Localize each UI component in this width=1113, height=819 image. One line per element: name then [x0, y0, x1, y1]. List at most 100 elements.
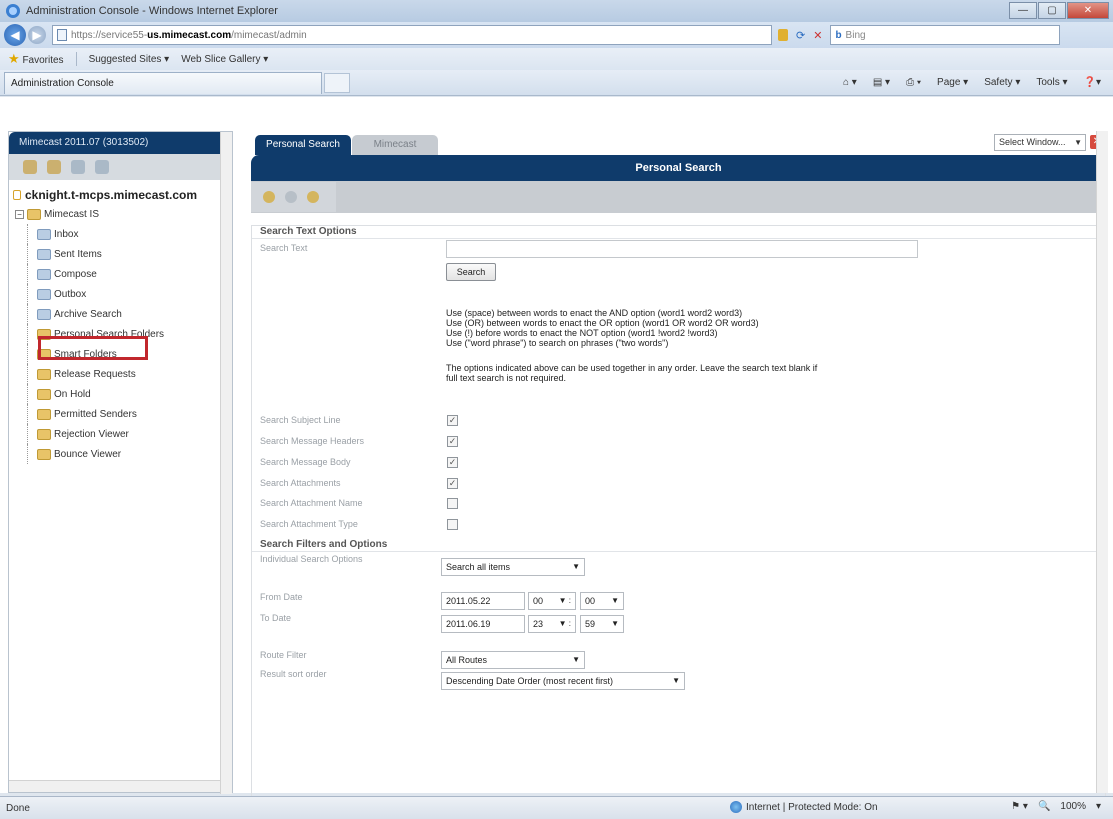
- favorites-button[interactable]: ★ Favorites: [8, 51, 64, 67]
- search-input[interactable]: b Bing: [830, 25, 1061, 45]
- search-form: Search Text Options Search Text Search U…: [251, 225, 1106, 797]
- cmd-tools[interactable]: Tools ▾: [1036, 77, 1067, 88]
- minimize-button[interactable]: —: [1009, 2, 1037, 19]
- tree-item[interactable]: Archive Search: [9, 304, 232, 324]
- checkbox-subject[interactable]: ✓: [447, 415, 458, 426]
- page-content: Mimecast 2011.07 (3013502) cknight.t-mcp…: [0, 97, 1113, 797]
- maximize-button[interactable]: ▢: [1038, 2, 1066, 19]
- home-icon[interactable]: ⌂ ▾: [843, 77, 857, 88]
- globe-icon: [730, 801, 742, 813]
- tree-item[interactable]: On Hold: [9, 384, 232, 404]
- folder-icon: [37, 428, 51, 440]
- right-scrollbar[interactable]: [1096, 131, 1108, 793]
- window-titlebar: Administration Console - Windows Interne…: [0, 0, 1113, 22]
- checkbox-headers[interactable]: ✓: [447, 436, 458, 447]
- fav-web-slice-gallery[interactable]: Web Slice Gallery ▾: [181, 54, 268, 65]
- save-action-icon[interactable]: [307, 191, 319, 203]
- individual-options-select[interactable]: Search all items ▼: [441, 558, 585, 576]
- print-icon[interactable]: ⎙ ▾: [906, 77, 921, 88]
- chevron-down-icon: ▼ :: [558, 619, 571, 628]
- from-date-value: 2011.05.22: [446, 596, 491, 606]
- forward-button[interactable]: ▶: [28, 26, 46, 44]
- feeds-icon[interactable]: ▤ ▾: [873, 77, 890, 88]
- url-field[interactable]: https://service55- us.mimecast.com/mimeca…: [52, 25, 772, 45]
- left-scrollbar[interactable]: [220, 132, 232, 794]
- security-zone[interactable]: Internet | Protected Mode: On: [730, 801, 878, 813]
- to-date-value: 2011.06.19: [446, 619, 491, 629]
- tree-connector: [27, 324, 28, 344]
- checkbox-attachment-name[interactable]: [447, 498, 458, 509]
- refresh-icon[interactable]: [47, 160, 61, 174]
- tree-connector: [27, 384, 28, 404]
- home-icon[interactable]: [95, 160, 109, 174]
- checkbox-attachment-type[interactable]: [447, 519, 458, 530]
- back-button[interactable]: ◀: [4, 24, 26, 46]
- command-bar: Administration Console ⌂ ▾ ▤ ▾ ⎙ ▾ Page …: [0, 70, 1113, 96]
- from-date-input[interactable]: 2011.05.22: [441, 592, 525, 610]
- protected-mode-icon[interactable]: ⚑ ▾: [1011, 801, 1028, 812]
- mailbox-root[interactable]: cknight.t-mcps.mimecast.com: [13, 188, 197, 202]
- refresh-icon[interactable]: ⟳: [796, 29, 805, 42]
- highlight-box: [38, 336, 148, 360]
- lock-icon[interactable]: [778, 29, 788, 41]
- star-icon: ★: [8, 51, 20, 66]
- to-hour-select[interactable]: 23 ▼ :: [528, 615, 576, 633]
- sort-order-select[interactable]: Descending Date Order (most recent first…: [441, 672, 685, 690]
- tree-connector: [27, 364, 28, 384]
- browser-tab-label: Administration Console: [11, 77, 114, 89]
- search-button[interactable]: Search: [446, 263, 496, 281]
- tree-item[interactable]: Permitted Senders: [9, 404, 232, 424]
- from-minute-select[interactable]: 00 ▼: [580, 592, 624, 610]
- fav-suggested-sites[interactable]: Suggested Sites ▾: [89, 54, 170, 65]
- select-window-dropdown[interactable]: Select Window... ▼: [994, 134, 1086, 151]
- back-arrow-icon[interactable]: [23, 160, 37, 174]
- tree-connector: [27, 404, 28, 424]
- tree-item-label: Permitted Senders: [54, 408, 137, 420]
- tree-item[interactable]: Rejection Viewer: [9, 424, 232, 444]
- zoom-control[interactable]: ⚑ ▾ 🔍 100% ▾: [1011, 801, 1101, 812]
- tree-item[interactable]: Compose: [9, 264, 232, 284]
- folder-icon: [37, 288, 51, 300]
- cmd-page[interactable]: Page ▾: [937, 77, 968, 88]
- checkbox-body[interactable]: ✓: [447, 457, 458, 468]
- tree-item[interactable]: Bounce Viewer: [9, 444, 232, 464]
- left-hscrollbar[interactable]: [9, 780, 220, 792]
- collapse-icon[interactable]: −: [15, 209, 24, 219]
- folder-icon[interactable]: [71, 160, 85, 174]
- cmd-safety[interactable]: Safety ▾: [984, 77, 1020, 88]
- tree-item[interactable]: Outbox: [9, 284, 232, 304]
- stop-icon[interactable]: ✕: [813, 29, 822, 42]
- browser-tab[interactable]: Administration Console: [4, 71, 322, 94]
- tree-item-label: Compose: [54, 268, 97, 280]
- tab-mimecast[interactable]: Mimecast: [352, 135, 438, 155]
- checkbox-label-attachments: Search Attachments: [260, 478, 341, 488]
- new-tab-button[interactable]: [324, 72, 350, 93]
- help-icon[interactable]: ❓▾: [1084, 77, 1101, 88]
- to-date-input[interactable]: 2011.06.19: [441, 615, 525, 633]
- tree-item[interactable]: Release Requests: [9, 364, 232, 384]
- clear-action-icon[interactable]: [285, 191, 297, 203]
- mailbox-label: cknight.t-mcps.mimecast.com: [25, 188, 198, 202]
- page-icon: [57, 29, 67, 41]
- from-minute-value: 00: [585, 596, 596, 606]
- tree-item[interactable]: Inbox: [9, 224, 232, 244]
- tree-connector: [27, 284, 28, 304]
- tree-item[interactable]: Sent Items: [9, 244, 232, 264]
- from-hour-select[interactable]: 00 ▼ :: [528, 592, 576, 610]
- tab-personal-search[interactable]: Personal Search: [255, 135, 351, 155]
- close-button[interactable]: ✕: [1067, 2, 1109, 19]
- search-text-input[interactable]: [446, 240, 918, 258]
- to-minute-select[interactable]: 59 ▼: [580, 615, 624, 633]
- search-text-label: Search Text: [260, 243, 308, 253]
- fav-separator: [75, 52, 77, 66]
- search-action-icon[interactable]: [263, 191, 275, 203]
- status-bar: Done Internet | Protected Mode: On ⚑ ▾ 🔍…: [0, 796, 1113, 819]
- tree-item-label: On Hold: [54, 388, 91, 400]
- url-suffix: /mimecast/admin: [231, 29, 307, 41]
- folder-icon: [27, 208, 41, 220]
- tree-item[interactable]: − Mimecast IS: [9, 204, 232, 224]
- checkbox-label-attachment-type: Search Attachment Type: [260, 519, 358, 529]
- checkbox-attachments[interactable]: ✓: [447, 478, 458, 489]
- zoom-level: 100%: [1060, 801, 1086, 812]
- route-filter-select[interactable]: All Routes ▼: [441, 651, 585, 669]
